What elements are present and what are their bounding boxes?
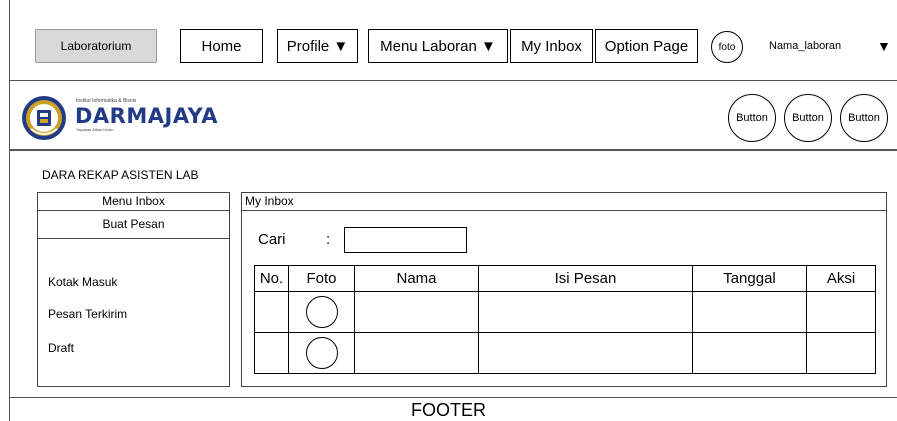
sidebar-item-kotak-masuk[interactable]: Kotak Masuk <box>48 275 117 289</box>
nav-divider <box>9 80 897 81</box>
column-header-nama: Nama <box>354 265 479 292</box>
inbox-panel-title: My Inbox <box>241 192 887 211</box>
nav-menu-laboran-dropdown[interactable]: Menu Laboran ▼ <box>368 29 508 63</box>
inbox-table: No. Foto Nama Isi Pesan Tanggal Aksi <box>254 265 876 374</box>
logo-subtitle: Yayasan Alfian Husin <box>76 127 114 132</box>
cell-nama <box>354 332 479 374</box>
column-header-aksi: Aksi <box>806 265 876 292</box>
table-row[interactable] <box>254 332 876 374</box>
darmajaya-logo-emblem-icon <box>21 95 67 141</box>
user-menu-caret-icon[interactable]: ▼ <box>877 36 891 56</box>
cell-no <box>254 332 289 374</box>
header-button-3[interactable]: Button <box>840 94 888 142</box>
search-input[interactable] <box>344 227 467 253</box>
sidebar-header: Menu Inbox <box>37 192 230 211</box>
cell-isi-pesan <box>478 332 693 374</box>
search-label: Cari <box>258 231 286 248</box>
cell-foto <box>288 291 355 333</box>
cell-aksi[interactable] <box>806 332 876 374</box>
cell-aksi[interactable] <box>806 291 876 333</box>
footer-divider <box>9 397 897 398</box>
nav-home-button[interactable]: Home <box>180 29 263 63</box>
user-name[interactable]: Nama_laboran <box>769 37 841 55</box>
column-header-isi-pesan: Isi Pesan <box>478 265 693 292</box>
logo-wordmark: DARMAJAYA <box>75 104 219 128</box>
cell-isi-pesan <box>478 291 693 333</box>
sender-photo <box>305 296 338 328</box>
nav-my-inbox-button[interactable]: My Inbox <box>510 29 593 63</box>
table-row[interactable] <box>254 291 876 333</box>
header-divider <box>9 149 897 151</box>
column-header-no: No. <box>254 265 289 292</box>
column-header-tanggal: Tanggal <box>692 265 807 292</box>
page-title: DARA REKAP ASISTEN LAB <box>42 168 199 182</box>
cell-nama <box>354 291 479 333</box>
cell-foto <box>288 332 355 374</box>
header-button-1[interactable]: Button <box>728 94 776 142</box>
user-avatar[interactable]: foto <box>711 31 743 63</box>
page-frame-left <box>9 0 10 421</box>
nav-option-page-button[interactable]: Option Page <box>595 29 698 63</box>
sidebar-item-draft[interactable]: Draft <box>48 341 74 355</box>
search-colon: : <box>326 231 331 248</box>
compose-message-button[interactable]: Buat Pesan <box>37 211 230 239</box>
nav-laboratorium-button[interactable]: Laboratorium <box>35 29 157 63</box>
column-header-foto: Foto <box>288 265 355 292</box>
cell-tanggal <box>692 291 807 333</box>
sender-photo <box>305 337 338 369</box>
header-button-2[interactable]: Button <box>784 94 832 142</box>
footer: FOOTER <box>411 400 486 420</box>
sidebar-item-pesan-terkirim[interactable]: Pesan Terkirim <box>48 307 127 321</box>
cell-no <box>254 291 289 333</box>
nav-profile-dropdown[interactable]: Profile ▼ <box>277 29 358 63</box>
cell-tanggal <box>692 332 807 374</box>
inbox-table-header: No. Foto Nama Isi Pesan Tanggal Aksi <box>254 265 876 292</box>
